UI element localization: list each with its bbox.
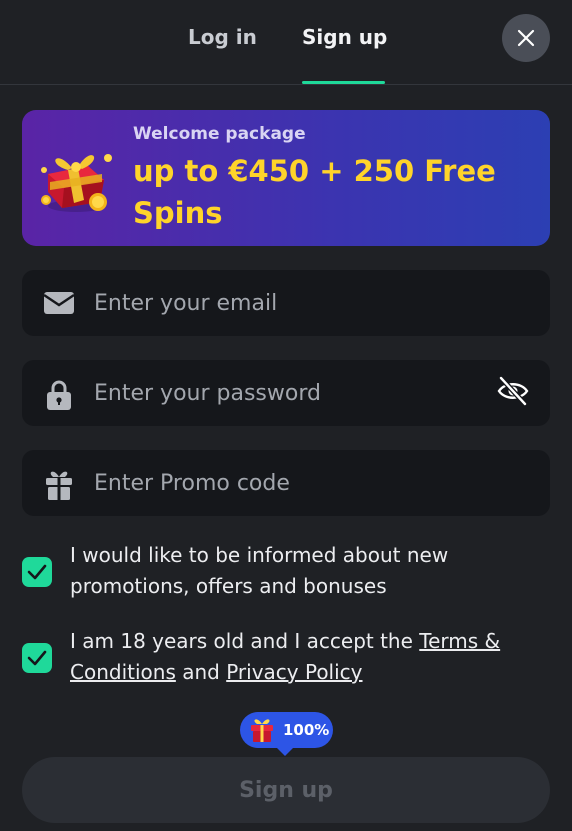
banner-title: up to €450 + 250 Free Spins — [133, 154, 496, 230]
modal-header: Log in Sign up — [0, 0, 572, 85]
close-icon — [517, 29, 535, 47]
welcome-banner: Welcome package up to €450 + 250 Free Sp… — [22, 110, 550, 246]
lock-icon — [47, 380, 71, 410]
badge-percent: 100% — [283, 721, 330, 739]
gift-icon — [46, 471, 72, 500]
password-field — [22, 360, 550, 426]
marketing-consent-checkbox[interactable] — [22, 557, 52, 587]
signup-submit-button[interactable]: Sign up — [22, 757, 550, 823]
bonus-badge: 100% — [240, 712, 333, 748]
envelope-icon — [43, 292, 75, 314]
promo-code-input[interactable] — [94, 450, 494, 516]
checkmark-icon — [27, 564, 47, 580]
marketing-consent-label: I would like to be informed about new pr… — [70, 543, 449, 598]
badge-pointer — [275, 746, 295, 756]
close-button[interactable] — [502, 14, 550, 62]
active-tab-indicator — [302, 81, 385, 84]
promo-field — [22, 450, 550, 516]
terms-prefix: I am 18 years old and I accept the — [70, 629, 420, 653]
checkmark-icon — [27, 650, 47, 666]
eye-hidden-icon[interactable] — [496, 374, 530, 408]
tab-login[interactable]: Log in — [188, 22, 257, 52]
signup-modal: Log in Sign up Welcome package up to €45… — [0, 0, 572, 831]
banner-subtitle: Welcome package — [133, 124, 306, 144]
gift-box-icon — [41, 154, 112, 212]
privacy-link[interactable]: Privacy Policy — [226, 660, 362, 684]
gift-icon — [251, 719, 273, 742]
email-input[interactable] — [94, 270, 494, 336]
tab-signup[interactable]: Sign up — [302, 22, 387, 52]
terms-consent-label: I am 18 years old and I accept the Terms… — [70, 626, 540, 688]
email-field — [22, 270, 550, 336]
terms-joiner: and — [175, 660, 227, 684]
password-input[interactable] — [94, 360, 494, 426]
terms-consent-checkbox[interactable] — [22, 643, 52, 673]
